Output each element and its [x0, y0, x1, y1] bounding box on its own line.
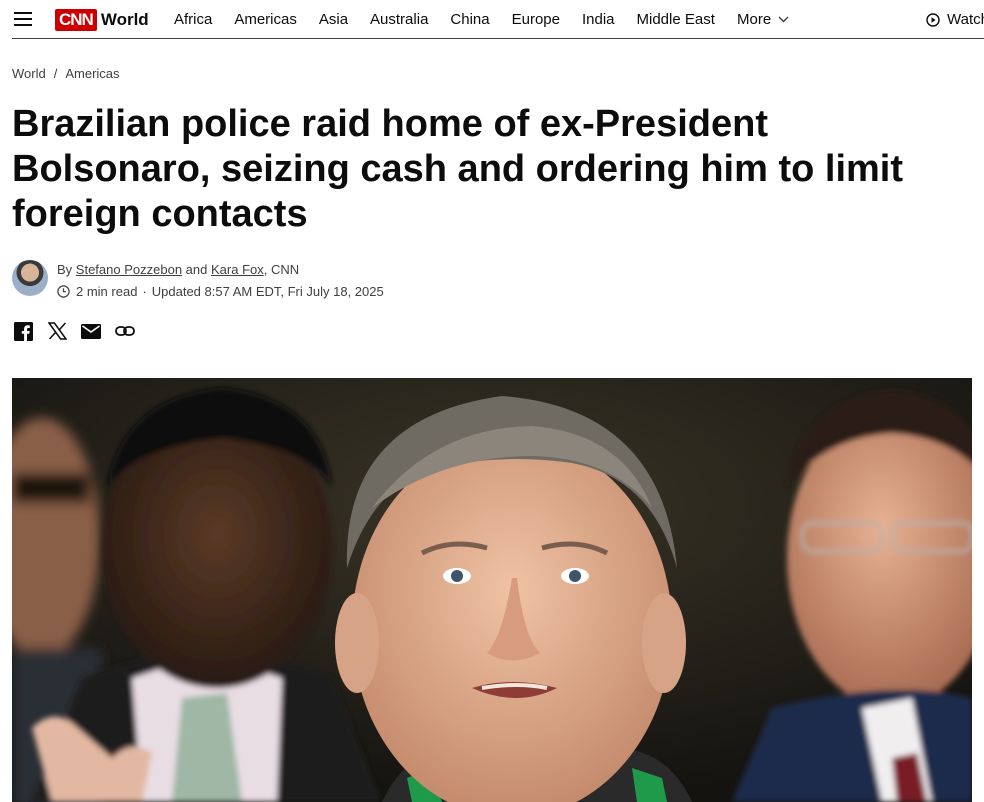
byline-conjunction: and — [185, 262, 208, 277]
share-bar — [12, 320, 148, 342]
breadcrumb-americas[interactable]: Americas — [65, 66, 119, 81]
nav-link-middle-east[interactable]: Middle East — [637, 11, 715, 28]
chevron-down-icon — [778, 16, 789, 23]
nav-link-americas[interactable]: Americas — [234, 11, 297, 28]
hero-photo — [12, 378, 972, 802]
byline-prefix: By — [57, 262, 73, 277]
nav-link-asia[interactable]: Asia — [319, 11, 348, 28]
cnn-logo[interactable]: CNN World — [55, 8, 149, 32]
section-links: Africa Americas Asia Australia China Eur… — [174, 11, 737, 28]
author-link-fox[interactable]: Kara Fox — [211, 262, 264, 277]
nav-link-africa[interactable]: Africa — [174, 11, 212, 28]
menu-icon[interactable] — [14, 12, 32, 26]
breadcrumb: World / Americas — [12, 66, 120, 81]
byline-authors: By Stefano Pozzebon and Kara Fox, CNN — [57, 262, 299, 277]
author-link-pozzebon[interactable]: Stefano Pozzebon — [76, 262, 182, 277]
nav-divider — [12, 38, 984, 39]
breadcrumb-world[interactable]: World — [12, 66, 46, 81]
hero-image[interactable] — [12, 378, 972, 802]
nav-link-china[interactable]: China — [450, 11, 489, 28]
facebook-icon[interactable] — [12, 320, 34, 342]
email-icon[interactable] — [80, 320, 102, 342]
updated-timestamp: Updated 8:57 AM EDT, Fri July 18, 2025 — [151, 284, 384, 299]
headline: Brazilian police raid home of ex-Preside… — [12, 103, 903, 235]
clock-icon — [57, 285, 70, 298]
byline-org: , CNN — [263, 262, 300, 277]
breadcrumb-separator: / — [53, 66, 58, 81]
link-icon[interactable] — [114, 320, 136, 342]
nav-link-europe[interactable]: Europe — [512, 11, 560, 28]
read-time: 2 min read — [76, 284, 138, 299]
nav-link-australia[interactable]: Australia — [370, 11, 428, 28]
meta-separator: · — [142, 284, 147, 299]
logo-mark: CNN — [55, 9, 97, 31]
more-menu-button[interactable]: More — [737, 11, 789, 28]
top-navigation: CNN World Africa Americas Asia Australia… — [0, 0, 984, 40]
play-circle-icon — [926, 12, 940, 27]
section-name: World — [100, 10, 149, 29]
nav-link-india[interactable]: India — [582, 11, 615, 28]
author-avatar[interactable] — [12, 260, 48, 296]
watch-label: Watch — [947, 11, 984, 28]
watch-button[interactable]: Watch — [926, 11, 984, 28]
more-label: More — [737, 11, 772, 28]
x-icon[interactable] — [46, 320, 68, 342]
article-meta: 2 min read · Updated 8:57 AM EDT, Fri Ju… — [57, 284, 384, 299]
